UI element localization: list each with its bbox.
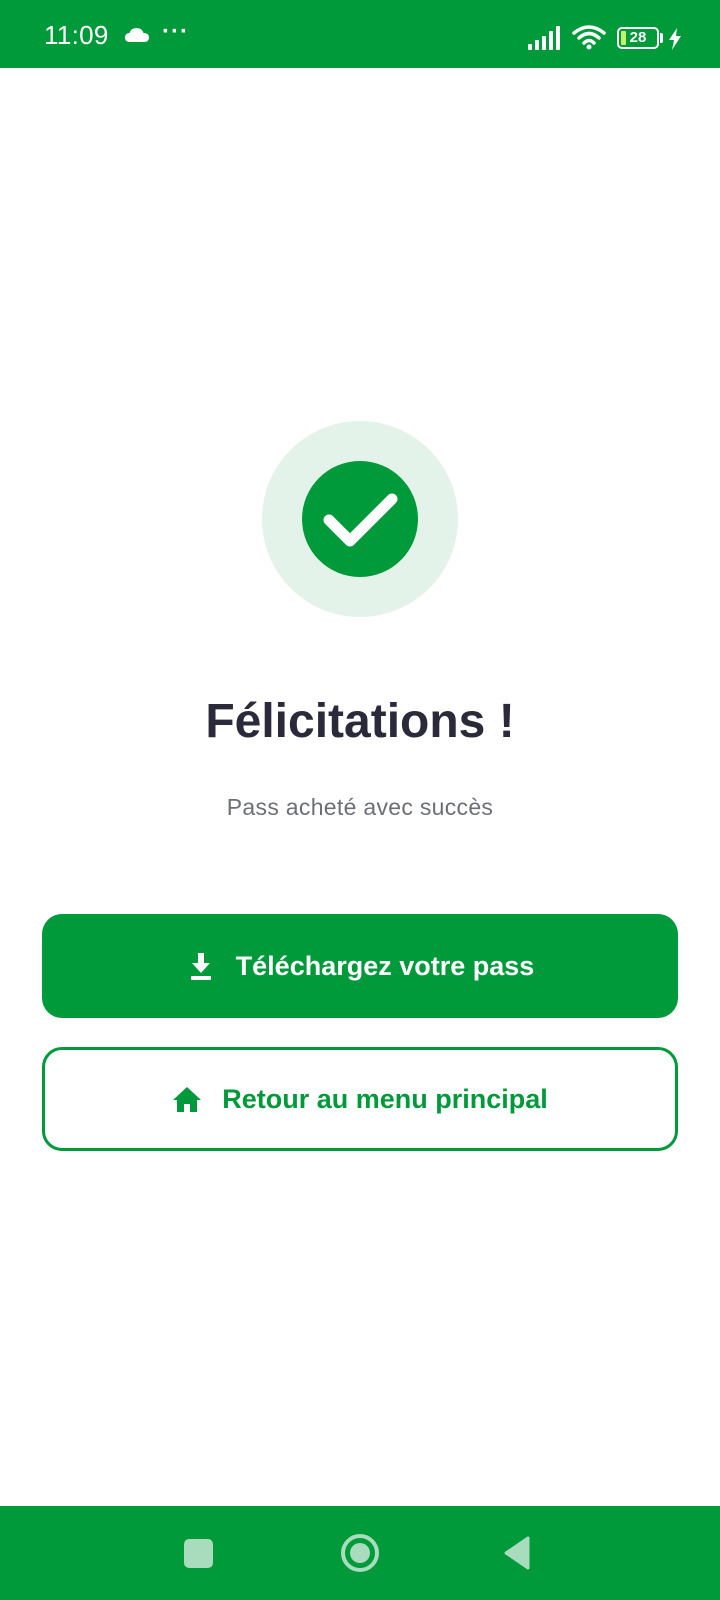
battery-level: 28	[629, 29, 647, 46]
download-icon	[186, 951, 216, 981]
more-notifications-icon: ···	[162, 18, 189, 45]
battery-cap	[660, 33, 663, 43]
signal-icon	[528, 26, 562, 55]
recents-button[interactable]	[172, 1506, 228, 1600]
download-pass-button[interactable]: Téléchargez votre pass	[42, 914, 678, 1018]
page-subtitle: Pass acheté avec succès	[226, 794, 494, 820]
success-badge	[302, 461, 418, 577]
battery-icon: 28	[617, 27, 659, 49]
recents-icon	[184, 1539, 213, 1568]
success-halo	[262, 421, 458, 617]
wifi-icon	[572, 24, 606, 55]
charging-icon	[668, 28, 682, 55]
cloud-icon	[124, 27, 150, 48]
back-button[interactable]	[496, 1506, 552, 1600]
home-circle-icon	[341, 1534, 379, 1572]
home-icon	[172, 1084, 202, 1114]
back-icon	[504, 1536, 530, 1570]
status-bar: 11:09 ··· 28	[0, 0, 720, 68]
back-to-main-menu-label: Retour au menu principal	[222, 1083, 548, 1114]
page-title: Félicitations !	[205, 695, 515, 748]
download-pass-label: Téléchargez votre pass	[235, 950, 535, 981]
purchase-success-screen: 11:09 ··· 28 Félicitations ! Pass acheté…	[0, 0, 720, 1600]
back-to-main-menu-button[interactable]: Retour au menu principal	[42, 1047, 678, 1151]
system-navigation-bar	[0, 1506, 720, 1600]
status-time: 11:09	[44, 20, 109, 50]
home-button[interactable]	[332, 1506, 388, 1600]
checkmark-icon	[323, 493, 398, 547]
